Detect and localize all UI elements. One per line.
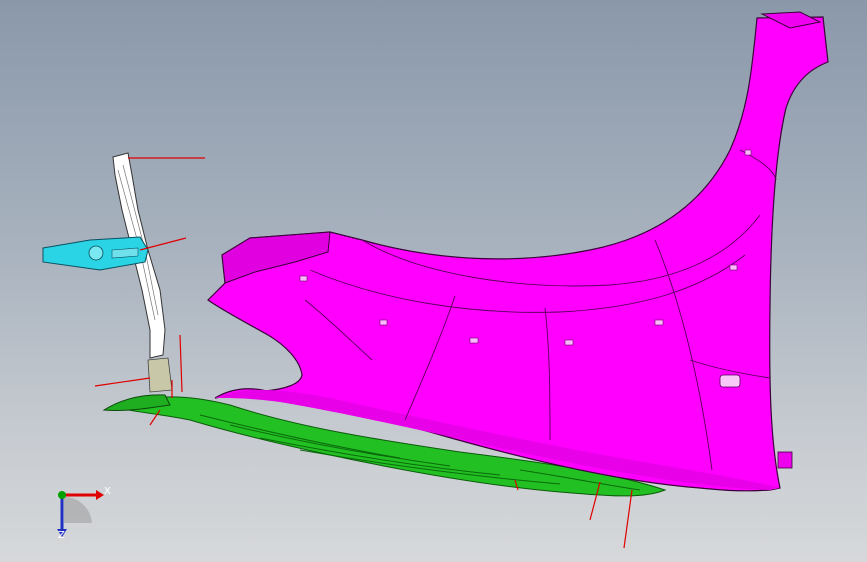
axis-triad: X Z bbox=[50, 483, 111, 543]
fender-clip-hole bbox=[719, 374, 741, 388]
x-axis-label: X bbox=[104, 486, 111, 497]
fender-panel[interactable] bbox=[207, 11, 829, 492]
triad-shadow bbox=[64, 496, 92, 523]
cyan-mount-bracket[interactable] bbox=[42, 236, 149, 271]
z-axis-label: Z bbox=[58, 530, 65, 541]
a-pillar-bracket[interactable] bbox=[112, 152, 173, 393]
cyan-bracket-hole bbox=[88, 245, 104, 261]
bracket-base bbox=[147, 357, 173, 393]
x-axis-head bbox=[96, 490, 104, 500]
y-axis-dot bbox=[58, 491, 66, 499]
cad-model-canvas[interactable] bbox=[0, 0, 867, 562]
3d-viewport[interactable]: X Z bbox=[0, 0, 867, 562]
cyan-bracket-slot bbox=[111, 247, 139, 259]
fender-rear-tab bbox=[777, 451, 793, 469]
